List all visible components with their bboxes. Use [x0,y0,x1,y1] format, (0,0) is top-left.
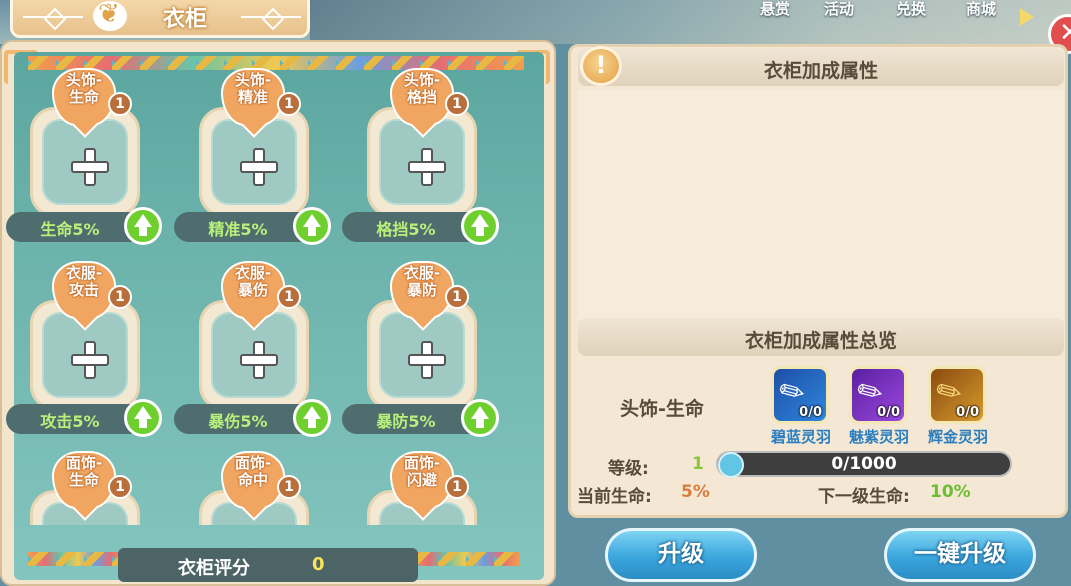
stat-text: 暴防5% [376,412,436,431]
slot-tag: 头饰- 格挡 [390,68,454,126]
feather-count: 0/0 [956,405,979,420]
slot-name-line2: 命中 [237,471,268,489]
tribal-border-bottom-left [28,552,128,566]
slot-name-line1: 头饰- [234,71,272,89]
plus-icon [238,339,278,379]
stat-text: 生命5% [40,220,100,239]
feather-count: 0/0 [877,405,900,420]
menu-item-shop[interactable]: 商城 [966,0,996,19]
level-label: 等级: [608,459,649,479]
slot-name-line1: 衣服- [403,264,441,282]
slot-tag: 头饰- 精准 [221,68,285,126]
slot-name-line2: 精准 [237,88,268,106]
upgrade-arrow-icon[interactable] [124,399,162,437]
slot-tag: 面饰- 生命 [52,451,116,509]
current-bonus-value: 5% [681,482,710,502]
ornament-left-icon [23,11,83,23]
upgrade-arrow-icon[interactable] [124,207,162,245]
stat-text: 攻击5% [40,412,100,431]
selected-item-name: 头饰-生命 [620,398,704,420]
slot-name-line1: 面饰- [234,454,272,472]
plus-icon [69,146,109,186]
tribal-border-bottom-right [410,552,520,566]
feather-blue[interactable]: ✎ 0/0 [771,366,829,424]
slot-name-line1: 面饰- [403,454,441,472]
slot-tag: 面饰- 闪避 [390,451,454,509]
slot-row-clip: 面饰- 生命 1 面饰- 命中 1 面饰- 闪避 1 [14,440,544,525]
background-scene [310,0,1071,44]
menu-item-activity[interactable]: 活动 [824,0,854,19]
upgrade-button[interactable]: 升级 [605,528,757,582]
current-bonus-label: 当前生命: [577,487,652,507]
slot-name-line1: 衣服- [234,264,272,282]
upgrade-arrow-icon[interactable] [293,399,331,437]
feather-name: 碧蓝灵羽 [770,428,831,446]
score-value: 0 [312,554,325,575]
menu-item-exchange[interactable]: 兑换 [896,0,926,19]
slot-name-line2: 闪避 [406,471,437,489]
slot-tag: 头饰- 生命 [52,68,116,126]
stat-text: 格挡5% [376,220,436,239]
upgrade-arrow-icon[interactable] [461,399,499,437]
feather-name: 辉金灵羽 [927,428,988,446]
exp-progress-text: 0/1000 [831,454,897,474]
bonus-header: 衣柜加成属性 [578,48,1064,86]
feather-purple[interactable]: ✎ 0/0 [849,366,907,424]
plus-icon [238,146,278,186]
slot-name-line1: 头饰- [65,71,103,89]
arrow-right-icon[interactable] [1016,4,1038,30]
feather-gold[interactable]: ✎ 0/0 [928,366,986,424]
slot-name-line1: 衣服- [65,264,103,282]
slot-name-line2: 暴防 [406,281,437,299]
upgrade-arrow-icon[interactable] [461,207,499,245]
page-title: 衣柜 [163,7,208,32]
slot-name-line2: 暴伤 [237,281,268,299]
ornament-right-icon [241,11,301,23]
score-label: 衣柜评分 [178,558,250,579]
upgrade-arrow-icon[interactable] [293,207,331,245]
slot-name-line1: 头饰- [403,71,441,89]
feather-name: 魅紫灵羽 [848,428,909,446]
slot-tag: 面饰- 命中 [221,451,285,509]
slot-name-line2: 攻击 [68,281,99,299]
slot-name-line2: 格挡 [406,88,437,106]
bonus-attribute-list [578,90,1064,320]
upgrade-all-button[interactable]: 一键升级 [884,528,1036,582]
slot-name-line2: 生命 [68,471,99,489]
overview-header: 衣柜加成属性总览 [578,318,1064,356]
wardrobe-score-bar: 衣柜评分 0 [118,548,418,582]
plus-icon [69,339,109,379]
menu-item-bounty[interactable]: 悬赏 [760,0,790,19]
stat-text: 暴伤5% [208,412,268,431]
wardrobe-emblem-icon [93,0,127,31]
slot-name-line1: 面饰- [65,454,103,472]
slot-tag: 衣服- 暴伤 [221,261,285,319]
feather-count: 0/0 [799,405,822,420]
exp-progress-bar: 0/1000 [716,451,1012,478]
title-tab: 衣柜 [10,0,310,38]
next-bonus-value: 10% [930,482,971,502]
slot-tag: 衣服- 暴防 [390,261,454,319]
slot-tag: 衣服- 攻击 [52,261,116,319]
stat-text: 精准5% [208,220,268,239]
info-exclamation-icon[interactable]: ! [580,46,622,86]
overview-header-title: 衣柜加成属性总览 [744,330,897,352]
plus-icon [406,339,446,379]
level-value: 1 [692,454,704,474]
plus-icon [406,146,446,186]
slot-name-line2: 生命 [68,88,99,106]
bonus-header-title: 衣柜加成属性 [763,60,878,82]
next-bonus-label: 下一级生命: [818,487,910,507]
